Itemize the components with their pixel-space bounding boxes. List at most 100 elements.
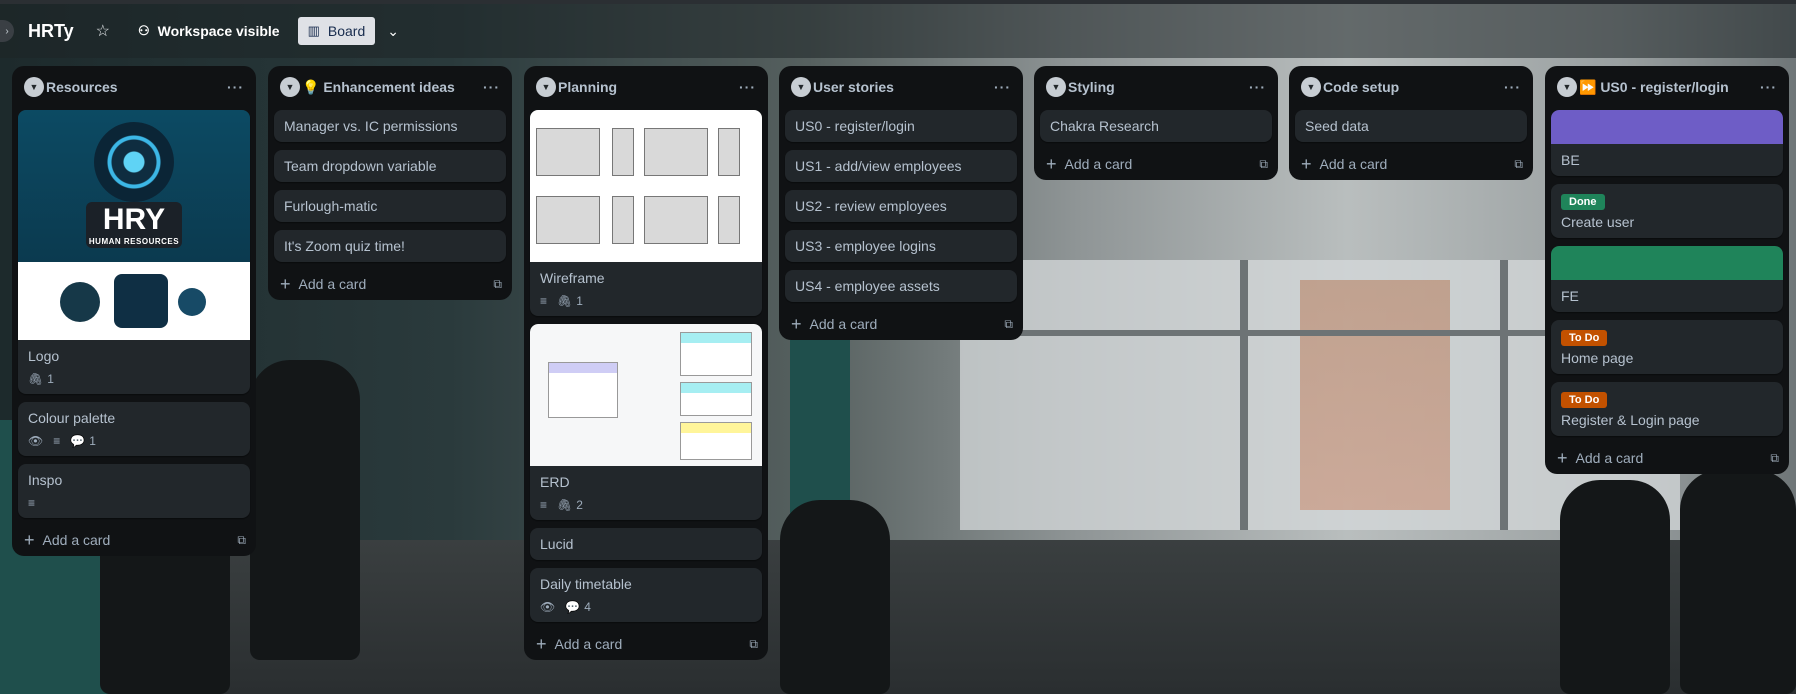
collapse-list-icon[interactable]: ▼ <box>280 77 300 97</box>
collapse-list-icon[interactable]: ▼ <box>1046 77 1066 97</box>
card-template-icon[interactable]: ⧉ <box>749 637 758 652</box>
card[interactable]: US3 - employee logins <box>785 230 1017 262</box>
board-icon: ▥ <box>307 23 320 38</box>
card[interactable]: Inspo ≡ <box>18 464 250 518</box>
collapse-list-icon[interactable]: ▼ <box>1557 77 1577 97</box>
add-card-label: Add a card <box>42 532 111 548</box>
card-template-icon[interactable]: ⧉ <box>1514 157 1523 172</box>
logo-text-block: HRY HUMAN RESOURCES <box>86 202 182 248</box>
comment-icon: 💬 <box>565 600 581 614</box>
add-card-button[interactable]: + Add a card ⧉ <box>785 312 1017 333</box>
board-title[interactable]: HRTy <box>28 21 74 42</box>
card-template-icon[interactable]: ⧉ <box>1259 157 1268 172</box>
card[interactable]: FE <box>1551 246 1783 312</box>
bg-chair <box>780 500 890 694</box>
card[interactable]: US1 - add/view employees <box>785 150 1017 182</box>
card-title: Chakra Research <box>1050 118 1159 134</box>
add-card-label: Add a card <box>1319 156 1388 172</box>
card-title: It's Zoom quiz time! <box>284 238 405 254</box>
list-title[interactable]: Planning <box>558 79 739 95</box>
list-title[interactable]: 💡 Enhancement ideas <box>302 79 483 96</box>
card-template-icon[interactable]: ⧉ <box>1004 317 1013 332</box>
visibility-button[interactable]: ⚇ Workspace visible <box>128 17 290 45</box>
card[interactable]: To Do Register & Login page <box>1551 382 1783 436</box>
card-title: Register & Login page <box>1561 412 1700 428</box>
attachment-count: 2 <box>576 498 583 512</box>
sidebar-toggle[interactable]: › <box>0 20 14 42</box>
list-title[interactable]: User stories <box>813 79 994 95</box>
chevron-down-icon[interactable]: ⌄ <box>387 23 399 40</box>
card-title: US3 - employee logins <box>795 238 936 254</box>
attachment-badge: 🖇 2 <box>557 498 583 512</box>
bg-chair <box>250 360 360 660</box>
card-title: Daily timetable <box>540 576 632 592</box>
list-header: ▼ User stories ··· <box>785 72 1017 102</box>
list-menu-icon[interactable]: ··· <box>994 79 1011 95</box>
list-menu-icon[interactable]: ··· <box>227 79 244 95</box>
card[interactable]: Wireframe ≡ 🖇 1 <box>530 110 762 316</box>
list-title[interactable]: Code setup <box>1323 79 1504 95</box>
description-icon: ≡ <box>53 434 61 448</box>
card[interactable]: Furlough-matic <box>274 190 506 222</box>
card[interactable]: Seed data <box>1295 110 1527 142</box>
card[interactable]: Lucid <box>530 528 762 560</box>
add-card-button[interactable]: + Add a card ⧉ <box>530 632 762 653</box>
list-menu-icon[interactable]: ··· <box>1249 79 1266 95</box>
add-card-button[interactable]: + Add a card ⧉ <box>1040 152 1272 174</box>
logo-variant <box>60 282 100 322</box>
card-template-icon[interactable]: ⧉ <box>493 277 502 292</box>
card[interactable]: Daily timetable 👁 💬 4 <box>530 568 762 622</box>
card[interactable]: Done Create user <box>1551 184 1783 238</box>
paperclip-icon: 🖇 <box>557 498 573 512</box>
description-icon: ≡ <box>540 294 548 308</box>
collapse-list-icon[interactable]: ▼ <box>24 77 44 97</box>
collapse-list-icon[interactable]: ▼ <box>536 77 556 97</box>
list-menu-icon[interactable]: ··· <box>739 79 756 95</box>
card[interactable]: To Do Home page <box>1551 320 1783 374</box>
list-planning: ▼ Planning ··· Wireframe ≡ 🖇 1 ERD ≡ 🖇 2… <box>524 66 768 660</box>
card-title: FE <box>1561 288 1579 304</box>
list-title[interactable]: Resources <box>46 79 227 95</box>
list-enhancement-ideas: ▼ 💡 Enhancement ideas ··· Manager vs. IC… <box>268 66 512 300</box>
card-template-icon[interactable]: ⧉ <box>1770 451 1779 466</box>
erd-cover-image <box>530 324 762 466</box>
star-icon[interactable]: ☆ <box>96 21 110 41</box>
card-title: US0 - register/login <box>795 118 915 134</box>
card[interactable]: HRY HUMAN RESOURCES Logo 🖇 1 <box>18 110 250 394</box>
list-title[interactable]: ⏩ US0 - register/login <box>1579 79 1760 96</box>
comment-icon: 💬 <box>70 434 86 448</box>
card[interactable]: US2 - review employees <box>785 190 1017 222</box>
card[interactable]: It's Zoom quiz time! <box>274 230 506 262</box>
card[interactable]: BE <box>1551 110 1783 176</box>
list-title[interactable]: Styling <box>1068 79 1249 95</box>
card[interactable]: Colour palette 👁 ≡ 💬 1 <box>18 402 250 456</box>
list-menu-icon[interactable]: ··· <box>483 79 500 95</box>
card[interactable]: Team dropdown variable <box>274 150 506 182</box>
card[interactable]: Manager vs. IC permissions <box>274 110 506 142</box>
card-title: Logo <box>28 348 60 364</box>
list-resources: ▼ Resources ··· HRY HUMAN RESOURCES Logo … <box>12 66 256 556</box>
add-card-button[interactable]: + Add a card ⧉ <box>1551 446 1783 467</box>
card[interactable]: US4 - employee assets <box>785 270 1017 302</box>
card-template-icon[interactable]: ⧉ <box>237 533 246 548</box>
add-card-button[interactable]: + Add a card ⧉ <box>18 528 250 549</box>
add-card-label: Add a card <box>554 636 623 652</box>
plus-icon: + <box>1046 154 1057 174</box>
card-title: Lucid <box>540 536 574 552</box>
list-menu-icon[interactable]: ··· <box>1504 79 1521 95</box>
card[interactable]: US0 - register/login <box>785 110 1017 142</box>
attachment-count: 1 <box>576 294 583 308</box>
add-card-button[interactable]: + Add a card ⧉ <box>1295 152 1527 173</box>
card-title: Wireframe <box>540 270 605 286</box>
logo-cover-image: HRY HUMAN RESOURCES <box>18 110 250 262</box>
logo-variant <box>114 274 168 328</box>
collapse-list-icon[interactable]: ▼ <box>1301 77 1321 97</box>
card[interactable]: ERD ≡ 🖇 2 <box>530 324 762 520</box>
card[interactable]: Chakra Research <box>1040 110 1272 142</box>
add-card-label: Add a card <box>809 316 878 332</box>
list-menu-icon[interactable]: ··· <box>1760 79 1777 95</box>
add-card-label: Add a card <box>1064 156 1133 172</box>
collapse-list-icon[interactable]: ▼ <box>791 77 811 97</box>
add-card-button[interactable]: + Add a card ⧉ <box>274 272 506 293</box>
board-view-button[interactable]: ▥ Board <box>297 17 376 45</box>
